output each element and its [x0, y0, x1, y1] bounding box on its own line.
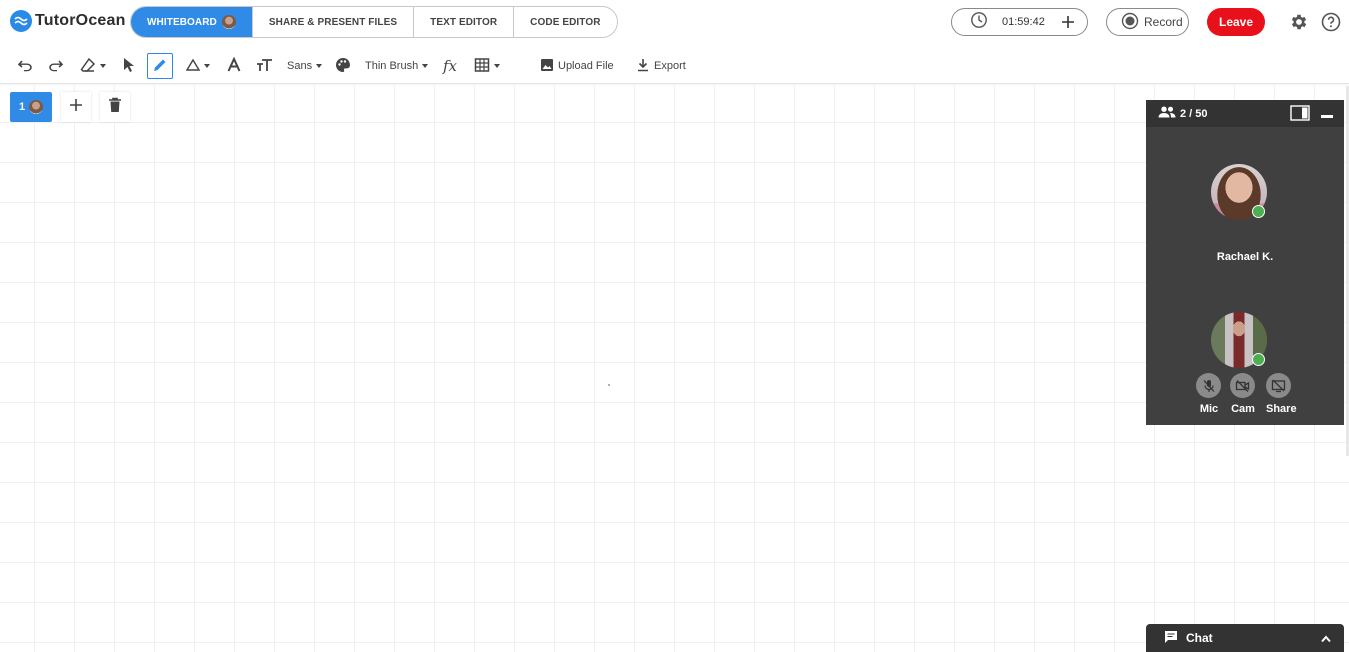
export-label: Export — [654, 60, 686, 72]
gear-icon[interactable] — [1289, 12, 1309, 37]
tab-text-editor[interactable]: TEXT EDITOR — [413, 7, 513, 37]
trash-icon — [108, 97, 122, 118]
upload-file-button[interactable]: Upload File — [540, 53, 614, 79]
text-a-icon — [227, 56, 241, 76]
font-select-label: Sans — [287, 60, 313, 72]
tab-code-editor-label: CODE EDITOR — [530, 16, 601, 28]
table-tool[interactable] — [474, 53, 500, 79]
participants-panel: 2 / 50 Rachael K. Mic Cam Share — [1146, 100, 1344, 425]
pencil-icon — [152, 57, 168, 76]
font-select[interactable]: Sans — [287, 53, 323, 79]
tutorocean-logo[interactable]: TutorOcean — [10, 10, 126, 32]
chat-bar[interactable]: Chat — [1146, 624, 1344, 652]
cam-label: Cam — [1231, 403, 1255, 415]
share-toggle[interactable]: Share — [1266, 373, 1297, 415]
participant-name: Rachael K. — [1216, 251, 1274, 263]
select-tool[interactable] — [122, 53, 136, 79]
mic-off-icon — [1196, 373, 1221, 398]
pencil-tool[interactable] — [147, 53, 173, 79]
download-icon — [636, 58, 650, 75]
canvas-mark — [608, 384, 610, 386]
redo-icon[interactable] — [47, 53, 65, 79]
brand-name: TutorOcean — [35, 12, 126, 29]
tab-code-editor[interactable]: CODE EDITOR — [513, 7, 616, 37]
undo-icon[interactable] — [16, 53, 34, 79]
formula-icon: fx — [443, 57, 458, 75]
page-tab-1[interactable]: 1 — [10, 92, 52, 122]
cursor-icon — [122, 57, 136, 76]
eraser-tool[interactable] — [80, 53, 106, 79]
mode-tabs: WHITEBOARD SHARE & PRESENT FILES TEXT ED… — [130, 6, 618, 38]
chat-icon — [1164, 630, 1178, 647]
leave-button[interactable]: Leave — [1207, 8, 1265, 36]
user-avatar — [221, 15, 236, 29]
palette-icon — [335, 57, 351, 76]
record-icon — [1121, 12, 1139, 33]
plus-icon — [68, 97, 84, 118]
tab-share-label: SHARE & PRESENT FILES — [268, 16, 398, 28]
tab-whiteboard[interactable]: WHITEBOARD — [131, 7, 252, 37]
timer-value: 01:59:42 — [1002, 16, 1045, 28]
page-number: 1 — [18, 101, 26, 113]
chevron-down-icon — [100, 64, 106, 68]
chevron-up-icon[interactable] — [1320, 633, 1332, 647]
record-button[interactable]: Record — [1106, 8, 1189, 36]
chevron-down-icon — [204, 64, 210, 68]
help-icon[interactable] — [1321, 12, 1341, 37]
participant-count: 2 / 50 — [1180, 107, 1208, 120]
table-icon — [474, 57, 490, 76]
online-status-icon — [1252, 353, 1265, 366]
share-label: Share — [1266, 403, 1297, 415]
mic-toggle[interactable]: Mic — [1196, 373, 1222, 415]
minimize-icon[interactable] — [1321, 115, 1333, 118]
whiteboard-toolbar: Sans Thin Brush fx Upload File Export — [0, 50, 1349, 84]
layout-toggle-icon[interactable] — [1290, 105, 1310, 124]
top-bar: TutorOcean WHITEBOARD SHARE & PRESENT FI… — [0, 0, 1349, 44]
image-icon — [540, 58, 554, 75]
online-status-icon — [1252, 205, 1265, 218]
cam-toggle[interactable]: Cam — [1230, 373, 1256, 415]
tab-whiteboard-label: WHITEBOARD — [147, 16, 217, 28]
add-page-button[interactable] — [61, 92, 91, 122]
tab-text-editor-label: TEXT EDITOR — [430, 16, 498, 28]
triangle-icon — [185, 58, 201, 75]
logo-waves-icon — [10, 10, 32, 32]
tab-share-present-files[interactable]: SHARE & PRESENT FILES — [251, 7, 413, 37]
shape-tool[interactable] — [185, 53, 210, 79]
text-tool[interactable] — [227, 53, 241, 79]
screen-share-off-icon — [1266, 373, 1291, 398]
brush-select-label: Thin Brush — [365, 60, 419, 72]
record-label: Record — [1144, 15, 1183, 29]
participants-header: 2 / 50 — [1146, 100, 1344, 127]
color-picker[interactable] — [335, 53, 351, 79]
export-button[interactable]: Export — [636, 53, 686, 79]
chevron-down-icon — [422, 64, 429, 68]
mic-label: Mic — [1199, 403, 1219, 415]
extend-time-icon[interactable] — [1059, 13, 1077, 36]
eraser-icon — [80, 57, 96, 76]
page-controls: 1 — [10, 92, 130, 122]
session-timer: 01:59:42 — [951, 8, 1088, 36]
cam-off-icon — [1230, 373, 1255, 398]
page-user-avatar — [29, 100, 44, 114]
delete-page-button[interactable] — [100, 92, 130, 122]
brush-select[interactable]: Thin Brush — [365, 53, 429, 79]
upload-file-label: Upload File — [558, 60, 614, 72]
chat-label: Chat — [1186, 631, 1213, 645]
text-size-icon — [256, 57, 274, 76]
chevron-down-icon — [316, 64, 323, 68]
clock-icon — [970, 11, 988, 34]
chevron-down-icon — [494, 64, 500, 68]
people-icon — [1158, 106, 1176, 121]
formula-tool[interactable]: fx — [443, 53, 457, 79]
text-size-tool[interactable] — [256, 53, 274, 79]
